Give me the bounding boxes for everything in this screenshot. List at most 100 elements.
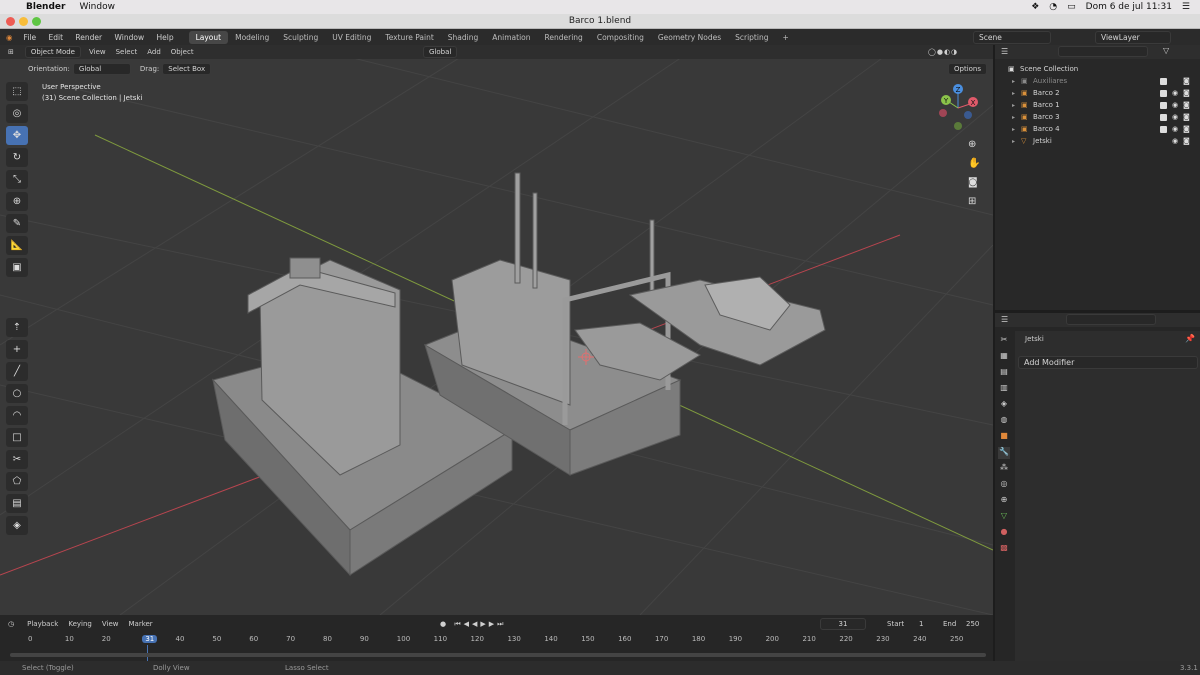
physics-tab-icon[interactable]: ◎ <box>998 479 1010 491</box>
tab-rendering[interactable]: Rendering <box>538 31 590 44</box>
timeline-scrollbar[interactable] <box>10 653 986 657</box>
transform-orientation-selector[interactable]: Global <box>423 46 458 58</box>
material-tab-icon[interactable]: ● <box>998 527 1010 539</box>
scale-icon[interactable]: ⤡ <box>6 170 28 189</box>
camera-icon[interactable]: ◙ <box>1183 125 1190 133</box>
menu-file[interactable]: File <box>24 33 37 42</box>
scene-tab-icon[interactable]: ◈ <box>998 399 1010 411</box>
start-frame-field[interactable]: 1 <box>919 620 923 628</box>
menu-window[interactable]: Window <box>115 33 145 42</box>
menu-select[interactable]: Select <box>116 48 138 56</box>
select-box-icon[interactable]: ⬚ <box>6 82 28 101</box>
outliner-item[interactable]: ▸ ▣ Auxiliares ◙ <box>995 75 1200 87</box>
tab-sculpting[interactable]: Sculpting <box>276 31 325 44</box>
tab-animation[interactable]: Animation <box>485 31 537 44</box>
outliner-item[interactable]: ▸ ▽ Jetski ◉ ◙ <box>995 135 1200 147</box>
tool-tab-icon[interactable]: ✂ <box>998 335 1010 347</box>
annotate-icon[interactable]: ✎ <box>6 214 28 233</box>
mode-selector[interactable]: Object Mode <box>24 46 81 58</box>
menu-marker[interactable]: Marker <box>128 620 152 628</box>
hatch-icon[interactable]: ▤ <box>6 494 28 513</box>
extrude-icon[interactable]: ⇡ <box>6 318 28 337</box>
clock[interactable]: Dom 6 de jul 11:31 <box>1086 2 1172 12</box>
add-modifier-dropdown[interactable]: Add Modifier <box>1018 356 1198 369</box>
scene-selector[interactable]: Scene <box>973 30 1051 44</box>
zoom-icon[interactable]: ⊕ <box>968 135 980 154</box>
add-point-icon[interactable]: + <box>6 340 28 359</box>
output-tab-icon[interactable]: ▤ <box>998 367 1010 379</box>
properties-type-icon[interactable]: ☰ <box>1001 315 1008 324</box>
pin-icon[interactable]: 📌 <box>1185 334 1195 343</box>
tab-geometry-nodes[interactable]: Geometry Nodes <box>651 31 728 44</box>
menu-render[interactable]: Render <box>75 33 102 42</box>
add-cube-icon[interactable]: ▣ <box>6 258 28 277</box>
camera-icon[interactable]: ◙ <box>1183 113 1190 121</box>
exclude-checkbox[interactable] <box>1160 113 1167 121</box>
wifi-icon[interactable]: ◔ <box>1049 2 1057 12</box>
menu-playback[interactable]: Playback <box>27 620 58 628</box>
dropbox-icon[interactable]: ❖ <box>1031 2 1039 12</box>
options-button[interactable]: Options <box>948 63 988 75</box>
menu-view[interactable]: View <box>102 620 119 628</box>
tab-shading[interactable]: Shading <box>441 31 485 44</box>
filter-icon[interactable]: ▽ <box>1163 46 1169 55</box>
drag-selector[interactable]: Select Box <box>162 63 212 75</box>
menu-object[interactable]: Object <box>171 48 194 56</box>
tab-layout[interactable]: Layout <box>188 30 229 44</box>
3d-viewport[interactable]: Z X Y ⊞ Object Mode View Select Add Obje… <box>0 45 993 615</box>
camera-icon[interactable]: ◙ <box>968 173 980 192</box>
eye-icon[interactable]: ◉ <box>1172 89 1178 97</box>
camera-icon[interactable]: ◙ <box>1183 101 1190 109</box>
constraints-tab-icon[interactable]: ⊕ <box>998 495 1010 507</box>
eye-icon[interactable]: ◉ <box>1172 113 1178 121</box>
frame-ruler[interactable]: 0 10 20 31 40 50 60 70 80 90 100 110 120 130 140 150 160… <box>0 633 993 661</box>
outliner-type-icon[interactable]: ☰ <box>1001 47 1008 56</box>
eye-icon[interactable]: ◉ <box>1172 101 1178 109</box>
move-icon[interactable]: ✥ <box>6 126 28 145</box>
tab-scripting[interactable]: Scripting <box>728 31 775 44</box>
ortho-grid-icon[interactable]: ⊞ <box>968 192 980 211</box>
camera-icon[interactable]: ◙ <box>1183 137 1190 145</box>
arc-icon[interactable]: ◠ <box>6 406 28 425</box>
knife-icon[interactable]: ✂ <box>6 450 28 469</box>
shading-modes-icon[interactable]: ◯●◐◑ <box>928 48 958 56</box>
menu-help[interactable]: Help <box>156 33 173 42</box>
exclude-checkbox[interactable] <box>1160 125 1167 133</box>
orientation-selector[interactable]: Global <box>72 63 131 75</box>
blender-logo-icon[interactable]: ◉ <box>6 33 13 42</box>
outliner-item[interactable]: ▸ ▣ Barco 1 ◉ ◙ <box>995 99 1200 111</box>
outliner-item[interactable]: ▸ ▣ Barco 4 ◉ ◙ <box>995 123 1200 135</box>
object-tab-icon[interactable]: ■ <box>998 431 1010 443</box>
world-tab-icon[interactable]: ◍ <box>998 415 1010 427</box>
exclude-checkbox[interactable] <box>1160 101 1167 109</box>
exclude-checkbox[interactable] <box>1160 89 1167 97</box>
outliner-item[interactable]: ▸ ▣ Barco 3 ◉ ◙ <box>995 111 1200 123</box>
circle-icon[interactable]: ○ <box>6 384 28 403</box>
view-layer-tab-icon[interactable]: ▥ <box>998 383 1010 395</box>
measure-icon[interactable]: 📐 <box>6 236 28 255</box>
exclude-checkbox[interactable] <box>1160 77 1167 85</box>
texture-tab-icon[interactable]: ▩ <box>998 543 1010 555</box>
outliner-root[interactable]: ▣ Scene Collection <box>995 63 1200 75</box>
cursor-icon[interactable]: ◎ <box>6 104 28 123</box>
snap-icon[interactable]: ◈ <box>6 516 28 535</box>
menu-icon[interactable]: ☰ <box>1182 2 1190 12</box>
minimize-window-button[interactable] <box>19 17 28 26</box>
rectangle-icon[interactable]: □ <box>6 428 28 447</box>
eye-icon[interactable]: ◉ <box>1172 137 1178 145</box>
outliner-search[interactable] <box>1058 46 1148 57</box>
eye-icon[interactable]: ◉ <box>1172 125 1178 133</box>
playback-controls[interactable]: ● ⏮◀◀▶▶⏭ <box>440 620 506 629</box>
camera-icon[interactable]: ◙ <box>1183 89 1190 97</box>
outliner-item[interactable]: ▸ ▣ Barco 2 ◉ ◙ <box>995 87 1200 99</box>
tab-texture-paint[interactable]: Texture Paint <box>378 31 440 44</box>
menu-view[interactable]: View <box>89 48 106 56</box>
polygon-icon[interactable]: ⬠ <box>6 472 28 491</box>
end-frame-field[interactable]: 250 <box>966 620 979 628</box>
particles-tab-icon[interactable]: ⁂ <box>998 463 1010 475</box>
battery-icon[interactable]: ▭ <box>1067 2 1076 12</box>
tab-uv-editing[interactable]: UV Editing <box>325 31 378 44</box>
render-tab-icon[interactable]: ▦ <box>998 351 1010 363</box>
tab-modeling[interactable]: Modeling <box>228 31 276 44</box>
add-workspace-icon[interactable]: + <box>775 31 795 44</box>
